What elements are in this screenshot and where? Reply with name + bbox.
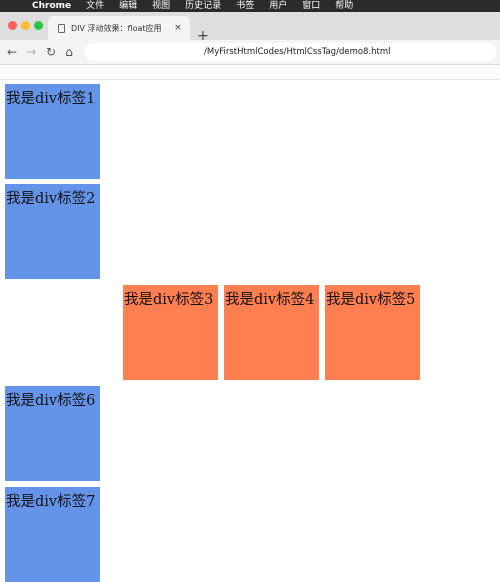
div-box-4: 我是div标签4 (224, 285, 319, 380)
div-box-2: 我是div标签2 (5, 184, 100, 279)
browser-tab[interactable]: DIV 浮动效果：float应用 × (48, 16, 190, 40)
address-bar[interactable]: /MyFirstHtmlCodes/HtmlCssTag/demo8.html (84, 43, 496, 61)
div-box-7: 我是div标签7 (5, 487, 100, 582)
home-icon[interactable]: ⌂ (62, 44, 76, 60)
div-box-6: 我是div标签6 (5, 386, 100, 481)
document-icon (58, 23, 65, 33)
macos-menu-bar: Chrome 文件 编辑 视图 历史记录 书签 用户 窗口 帮助 (0, 0, 500, 12)
menu-window[interactable]: 窗口 (302, 0, 320, 12)
div-box-3: 我是div标签3 (123, 285, 218, 380)
close-window-button[interactable] (8, 21, 17, 30)
div-box-1: 我是div标签1 (5, 84, 100, 179)
menu-chrome[interactable]: Chrome (32, 0, 71, 12)
menu-view[interactable]: 视图 (152, 0, 170, 12)
minimize-window-button[interactable] (21, 21, 30, 30)
menu-bookmarks[interactable]: 书签 (236, 0, 254, 12)
back-icon[interactable]: ← (5, 44, 19, 60)
forward-icon[interactable]: → (24, 44, 38, 60)
menu-edit[interactable]: 编辑 (119, 0, 137, 12)
menu-help[interactable]: 帮助 (335, 0, 353, 12)
reload-icon[interactable]: ↻ (44, 44, 58, 60)
zoom-window-button[interactable] (34, 21, 43, 30)
browser-toolbar: ← → ↻ ⌂ /MyFirstHtmlCodes/HtmlCssTag/dem… (0, 40, 500, 65)
div-box-5: 我是div标签5 (325, 285, 420, 380)
menu-file[interactable]: 文件 (86, 0, 104, 12)
tab-close-icon[interactable]: × (172, 23, 184, 33)
tab-title: DIV 浮动效果：float应用 (71, 23, 162, 33)
page-content: 我是div标签1 我是div标签2 我是div标签3 我是div标签4 我是di… (0, 80, 500, 582)
bookmarks-bar (0, 65, 500, 80)
tab-strip: DIV 浮动效果：float应用 × + (0, 12, 500, 43)
menu-history[interactable]: 历史记录 (185, 0, 221, 12)
menu-people[interactable]: 用户 (269, 0, 287, 12)
